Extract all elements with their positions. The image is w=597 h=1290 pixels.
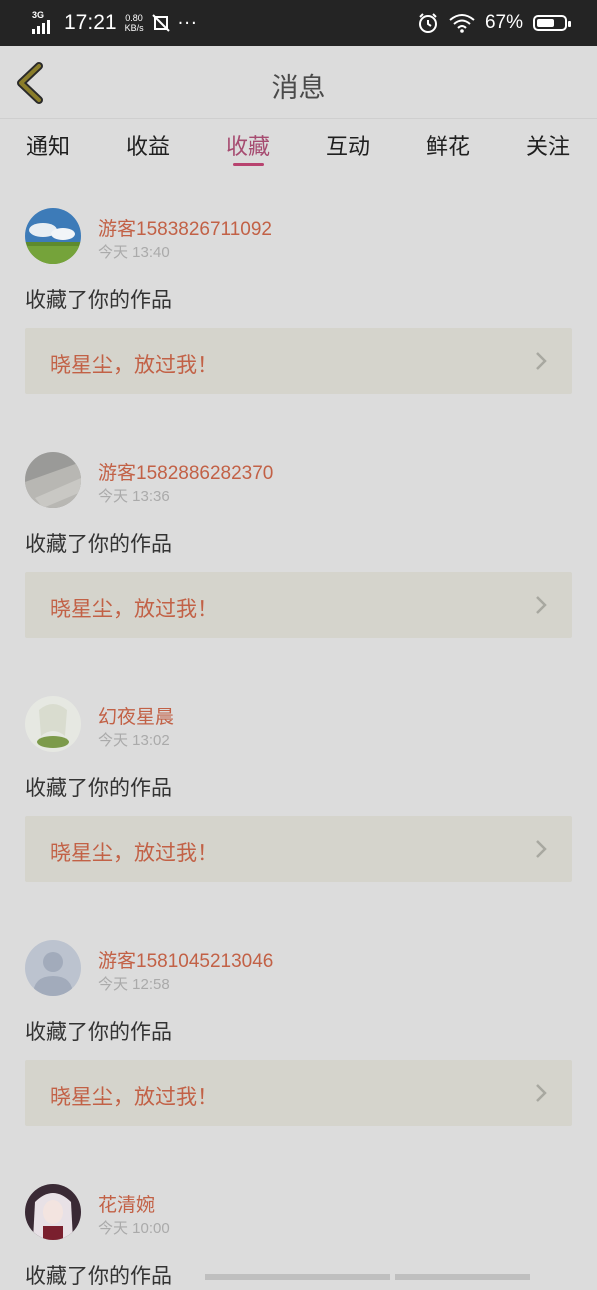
work-title: 晓星尘，放过我！ — [50, 1085, 218, 1109]
tab-flowers[interactable]: 鲜花 — [408, 129, 488, 161]
tab-notifications[interactable]: 通知 — [8, 129, 88, 161]
screenshot-icon — [151, 14, 170, 32]
work-link[interactable]: 晓星尘，放过我！ — [25, 572, 572, 638]
action-text: 收藏了你的作品 — [25, 532, 172, 556]
work-link[interactable]: 晓星尘，放过我！ — [25, 1060, 572, 1126]
message-time: 今天 10:00 — [98, 1220, 170, 1237]
action-text: 收藏了你的作品 — [25, 1020, 172, 1044]
network-speed: 0.80 KB/s — [124, 13, 144, 33]
message-card[interactable]: 游客1582886282370 今天 13:36 收藏了你的作品 晓星尘，放过我… — [0, 424, 597, 657]
tab-follows[interactable]: 关注 — [508, 129, 588, 161]
tab-interactions[interactable]: 互动 — [308, 129, 388, 161]
message-card[interactable]: 幻夜星晨 今天 13:02 收藏了你的作品 晓星尘，放过我！ — [0, 668, 597, 901]
tab-earnings[interactable]: 收益 — [108, 129, 188, 161]
message-time: 今天 13:36 — [98, 488, 170, 505]
signal-icon: 3G — [30, 10, 56, 34]
action-text: 收藏了你的作品 — [25, 776, 172, 800]
chevron-right-icon — [536, 1084, 547, 1102]
battery-icon — [533, 15, 571, 31]
chevron-right-icon — [536, 596, 547, 614]
alarm-icon — [418, 13, 437, 33]
username[interactable]: 游客1582886282370 — [98, 458, 273, 485]
work-title: 晓星尘，放过我！ — [50, 841, 218, 865]
battery-percent: 67% — [484, 12, 523, 33]
work-title: 晓星尘，放过我！ — [50, 597, 218, 621]
anime-avatar[interactable] — [25, 696, 81, 752]
message-time: 今天 13:02 — [98, 732, 170, 749]
wifi-icon — [449, 14, 475, 33]
tab-bar: 通知 收益 收藏 互动 鲜花 关注 — [0, 119, 597, 177]
active-tab-indicator — [233, 163, 264, 166]
username[interactable]: 游客1581045213046 — [98, 946, 273, 973]
username[interactable]: 游客1583826711092 — [98, 214, 272, 241]
tab-favorites[interactable]: 收藏 — [208, 129, 288, 161]
nav-header: 消息 — [0, 46, 597, 119]
status-bar: 3G 17:21 0.80 KB/s ··· 67% — [0, 0, 597, 46]
username[interactable]: 花清婉 — [98, 1190, 155, 1217]
page-title: 消息 — [271, 73, 326, 104]
anime-girl-avatar[interactable] — [25, 1184, 81, 1240]
message-time: 今天 13:40 — [98, 244, 170, 261]
message-card[interactable]: 花清婉 今天 10:00 收藏了你的作品 — [0, 1156, 597, 1288]
message-card[interactable]: 游客1581045213046 今天 12:58 收藏了你的作品 晓星尘，放过我… — [0, 912, 597, 1145]
landscape-avatar[interactable] — [25, 208, 81, 264]
bottom-bar-fragment — [395, 1274, 530, 1280]
grey-photo-avatar[interactable] — [25, 452, 81, 508]
clock: 17:21 — [64, 11, 117, 34]
bottom-bar-fragment — [205, 1274, 390, 1280]
default-user-avatar[interactable] — [25, 940, 81, 996]
message-card[interactable]: 游客1583826711092 今天 13:40 收藏了你的作品 晓星尘，放过我… — [0, 180, 597, 413]
more-notifications-icon: ··· — [177, 12, 198, 34]
username[interactable]: 幻夜星晨 — [98, 702, 174, 729]
network-type: 3G — [32, 10, 45, 20]
chevron-right-icon — [536, 840, 547, 858]
chevron-right-icon — [536, 352, 547, 370]
action-text: 收藏了你的作品 — [25, 288, 172, 312]
work-link[interactable]: 晓星尘，放过我！ — [25, 328, 572, 394]
work-link[interactable]: 晓星尘，放过我！ — [25, 816, 572, 882]
message-time: 今天 12:58 — [98, 976, 170, 993]
action-text: 收藏了你的作品 — [25, 1264, 172, 1288]
work-title: 晓星尘，放过我！ — [50, 353, 218, 377]
